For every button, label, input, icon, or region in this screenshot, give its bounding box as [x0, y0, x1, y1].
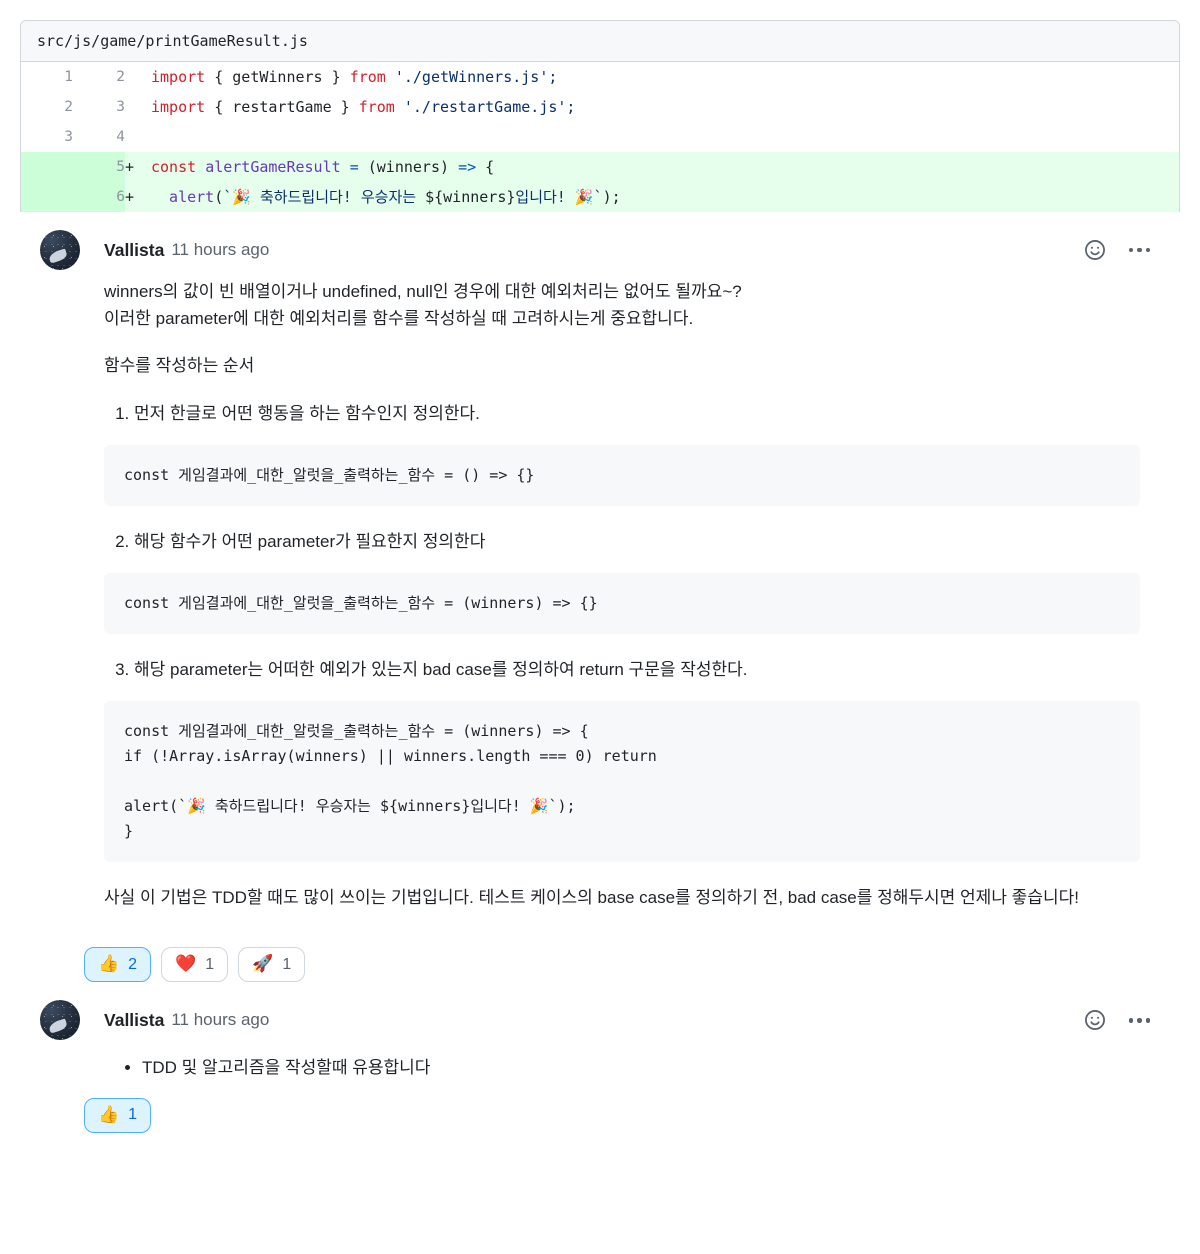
reaction-rocket[interactable]: 🚀 1 [238, 947, 306, 983]
diff-change-marker [125, 122, 151, 152]
code-token: ( [214, 188, 224, 206]
diff-change-marker: + [125, 182, 151, 212]
code-token: import [151, 68, 215, 86]
thumbs-up-icon: 👍 [98, 1104, 120, 1125]
code-token: import [151, 98, 215, 116]
reaction-heart[interactable]: ❤️ 1 [161, 947, 229, 983]
code-token: './restartGame.js'; [403, 98, 576, 116]
diff-old-line-number [21, 182, 73, 212]
comment-body: TDD 및 알고리즘을 작성할때 유용합니다 [40, 1040, 1160, 1081]
comment-header: Vallista 11 hours ago [40, 230, 1160, 270]
avatar[interactable] [40, 230, 80, 270]
diff-change-marker [125, 62, 151, 92]
code-token: alertGameResult [205, 158, 350, 176]
steps-list: 해당 parameter는 어떠한 예외가 있는지 bad case를 정의하여… [104, 656, 1140, 683]
diff-table: 1 2 import { getWinners } from './getWinne… [21, 62, 1179, 212]
code-token: { restartGame } [214, 98, 359, 116]
diff-change-marker: + [125, 152, 151, 182]
reaction-count: 2 [128, 955, 138, 973]
diff-code-line[interactable]: import { getWinners } from './getWinners… [151, 62, 1179, 92]
diff-old-line-number: 1 [21, 62, 73, 92]
review-comment-1: Vallista 11 hours ago winners의 값이 빈 배열이거… [20, 212, 1180, 983]
diff-change-marker [125, 92, 151, 122]
section-title: 함수를 작성하는 순서 [104, 356, 255, 376]
bullet-list: TDD 및 알고리즘을 작성할때 유용합니다 [104, 1054, 1140, 1081]
review-comment-2: Vallista 11 hours ago TDD 및 알고리즘을 작성할때 유… [20, 982, 1180, 1133]
code-token: = [349, 158, 368, 176]
step-item: 해당 함수가 어떤 parameter가 필요한지 정의한다 [134, 528, 1140, 555]
diff-old-line-number: 3 [21, 122, 73, 152]
thumbs-up-icon: 👍 [98, 954, 120, 975]
reaction-thumbs-up[interactable]: 👍 2 [84, 947, 152, 983]
diff-old-line-number [21, 152, 73, 182]
code-block[interactable]: const 게임결과에_대한_알럿을_출력하는_함수 = (winners) =… [104, 572, 1140, 634]
list-item: TDD 및 알고리즘을 작성할때 유용합니다 [142, 1054, 1140, 1081]
code-token: => [458, 158, 486, 176]
reaction-bar: 👍 2 ❤️ 1 🚀 1 [40, 931, 1160, 983]
code-block[interactable]: const 게임결과에_대한_알럿을_출력하는_함수 = (winners) =… [104, 701, 1140, 863]
code-token: ${winners} [425, 188, 516, 206]
steps-list: 먼저 한글로 어떤 행동을 하는 함수인지 정의한다. [104, 400, 1140, 427]
diff-code-line[interactable] [151, 122, 1179, 152]
review-thread-page: src/js/game/printGameResult.js 1 2 import … [0, 0, 1200, 1133]
kebab-menu-icon[interactable] [1128, 1018, 1150, 1023]
diff-new-line-number: 4 [73, 122, 125, 152]
steps-list: 해당 함수가 어떤 parameter가 필요한지 정의한다 [104, 528, 1140, 555]
comment-actions [1083, 238, 1150, 262]
code-token: 입니다! 🎉` [515, 188, 603, 206]
code-token: from [358, 98, 404, 116]
comment-author[interactable]: Vallista [104, 240, 164, 261]
reaction-count: 1 [282, 955, 292, 973]
code-token: (winners) [367, 158, 459, 176]
comment-timestamp[interactable]: 11 hours ago [171, 240, 269, 260]
code-token: { [485, 158, 495, 176]
diff-file-path[interactable]: src/js/game/printGameResult.js [21, 21, 1179, 62]
diff-row: 34 [21, 122, 1179, 152]
reaction-bar: 👍 1 [40, 1082, 1160, 1133]
diff-code-line[interactable]: import { restartGame } from './restartGa… [151, 92, 1179, 122]
paragraph-line-1: winners의 값이 빈 배열이거나 undefined, null인 경우에… [104, 282, 742, 301]
diff-new-line-number: 5 [73, 152, 125, 182]
code-token: ); [602, 188, 621, 206]
comment-header: Vallista 11 hours ago [40, 1000, 1160, 1041]
reaction-count: 1 [205, 955, 215, 973]
diff-row: 5 + const alertGameResult = (winners) => { [21, 152, 1179, 182]
diff-new-line-number: 6 [73, 182, 125, 212]
closing-paragraph: 사실 이 기법은 TDD할 때도 많이 쓰이는 기법입니다. 테스트 케이스의 … [104, 888, 1079, 908]
reaction-thumbs-up[interactable]: 👍 1 [84, 1097, 152, 1133]
comment-paragraph: winners의 값이 빈 배열이거나 undefined, null인 경우에… [104, 278, 1140, 332]
code-token: from [349, 68, 395, 86]
reaction-count: 1 [128, 1106, 138, 1123]
paragraph-line-2: 이러한 parameter에 대한 예외처리를 함수를 작성하실 때 고려하시는… [104, 309, 694, 329]
comment-body: winners의 값이 빈 배열이거나 undefined, null인 경우에… [40, 270, 1160, 911]
code-token: alert [151, 188, 215, 206]
diff-code-line[interactable]: alert(`🎉 축하드립니다! 우승자는 ${winners}입니다! 🎉`)… [151, 182, 1179, 212]
diff-row: 6 + alert(`🎉 축하드립니다! 우승자는 ${winners}입니다! … [21, 182, 1179, 212]
step-item: 먼저 한글로 어떤 행동을 하는 함수인지 정의한다. [134, 400, 1140, 427]
diff-new-line-number: 3 [73, 92, 125, 122]
smiley-icon[interactable] [1083, 238, 1107, 262]
diff-row: 1 2 import { getWinners } from './getWinne… [21, 62, 1179, 92]
code-token: './getWinners.js'; [394, 68, 558, 86]
kebab-menu-icon[interactable] [1128, 247, 1150, 253]
step-item: 해당 parameter는 어떠한 예외가 있는지 bad case를 정의하여… [134, 656, 1140, 683]
heart-icon: ❤️ [175, 954, 197, 975]
smiley-icon[interactable] [1083, 1008, 1107, 1032]
comment-author[interactable]: Vallista [104, 1010, 164, 1031]
diff-new-line-number: 2 [73, 62, 125, 92]
diff-code-line[interactable]: const alertGameResult = (winners) => { [151, 152, 1179, 182]
avatar[interactable] [40, 1000, 80, 1041]
diff-row: 2 3 import { restartGame } from './restart… [21, 92, 1179, 122]
comment-timestamp[interactable]: 11 hours ago [171, 1010, 269, 1030]
code-token: const [151, 158, 206, 176]
comment-actions [1083, 1008, 1150, 1032]
code-block[interactable]: const 게임결과에_대한_알럿을_출력하는_함수 = () => {} [104, 444, 1140, 506]
code-token: { getWinners } [214, 68, 350, 86]
diff-old-line-number: 2 [21, 92, 73, 122]
diff-file-card: src/js/game/printGameResult.js 1 2 import … [20, 20, 1180, 212]
rocket-icon: 🚀 [252, 954, 274, 975]
code-token: `🎉 축하드립니다! 우승자는 [223, 188, 426, 206]
